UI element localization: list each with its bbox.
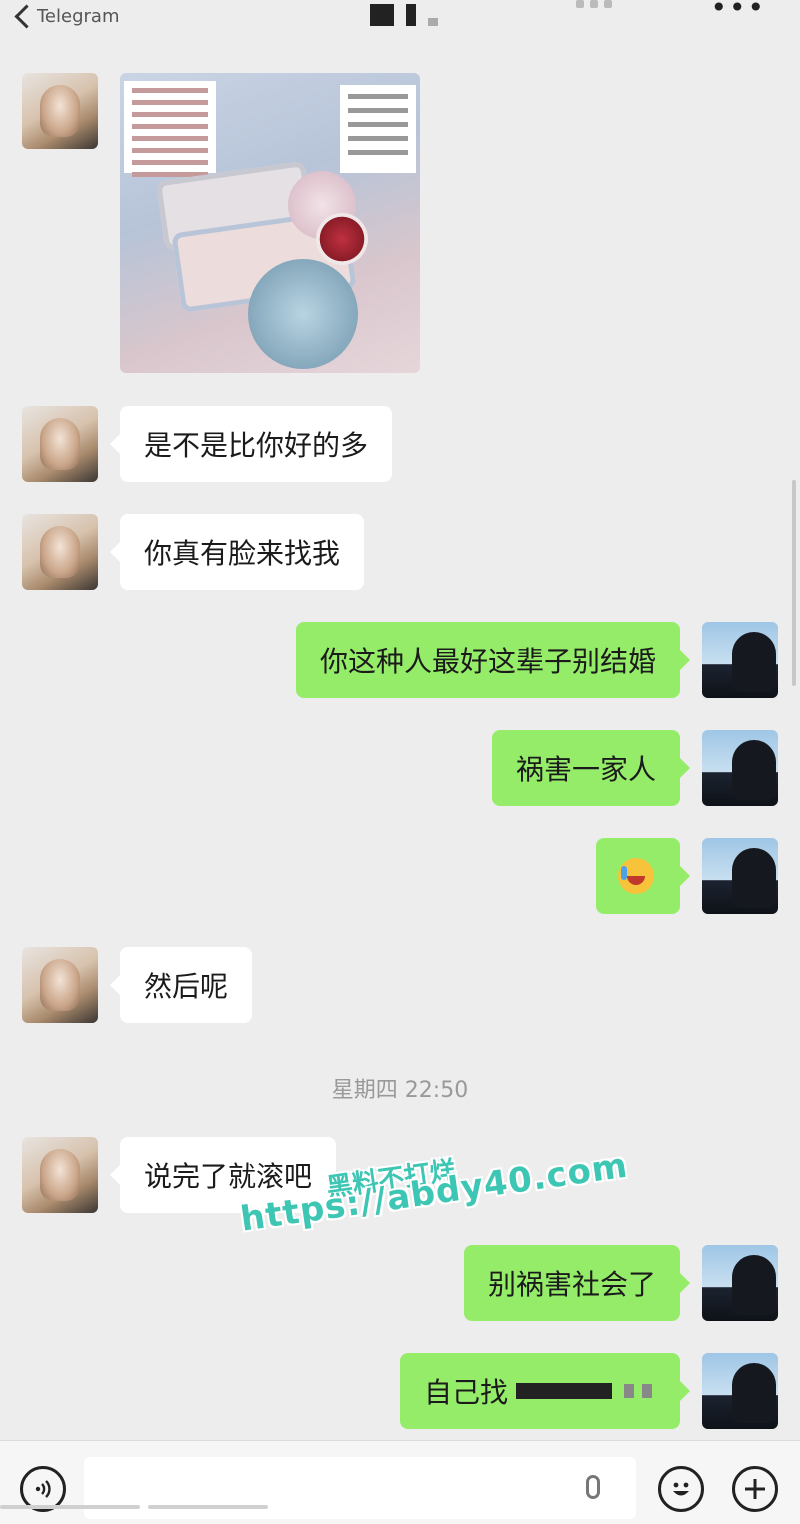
plus-icon[interactable] [732, 1466, 778, 1512]
contact-avatar[interactable] [22, 406, 98, 482]
mic-icon[interactable] [586, 1475, 600, 1499]
scrollbar[interactable] [792, 480, 796, 686]
cosmetics-photo-message[interactable] [120, 73, 420, 373]
more-dots-icon[interactable]: ••• [710, 0, 766, 22]
home-indicator [148, 1505, 268, 1509]
contact-avatar[interactable] [22, 73, 98, 149]
emoji-icon[interactable] [658, 1466, 704, 1512]
message-bubble[interactable]: 别祸害社会了 [463, 1245, 691, 1321]
redaction-bar [516, 1383, 612, 1399]
message-text: 自己找 [423, 1376, 508, 1409]
status-icons [576, 0, 612, 8]
message-bubble[interactable]: 是不是比你好的多 [109, 406, 393, 482]
my-avatar[interactable] [702, 838, 778, 914]
my-avatar[interactable] [702, 622, 778, 698]
top-bar: Telegram ••• [0, 0, 800, 48]
message-bubble[interactable]: 你这种人最好这辈子别结婚 [295, 622, 691, 698]
chat-title-redacted [370, 4, 438, 26]
my-avatar[interactable] [702, 1245, 778, 1321]
my-avatar[interactable] [702, 730, 778, 806]
crying-laughing-emoji-icon [618, 858, 654, 894]
input-bar [0, 1440, 800, 1524]
message-bubble[interactable]: 然后呢 [109, 947, 253, 1023]
my-avatar[interactable] [702, 1353, 778, 1429]
message-bubble[interactable]: 你真有脸来找我 [109, 514, 365, 590]
home-indicator [0, 1505, 140, 1509]
contact-avatar[interactable] [22, 1137, 98, 1213]
back-label: Telegram [37, 5, 120, 27]
message-input[interactable] [84, 1457, 636, 1519]
emoji-message-bubble[interactable] [596, 838, 690, 914]
redaction-mark [642, 1384, 652, 1398]
message-bubble[interactable]: 祸害一家人 [491, 730, 691, 806]
contact-avatar[interactable] [22, 947, 98, 1023]
message-bubble[interactable]: 自己找 [399, 1353, 691, 1429]
back-button[interactable]: Telegram [14, 2, 120, 30]
chevron-left-icon [14, 3, 39, 29]
redaction-mark [624, 1384, 634, 1398]
contact-avatar[interactable] [22, 514, 98, 590]
timestamp: 星期四 22:50 [331, 1078, 469, 1103]
